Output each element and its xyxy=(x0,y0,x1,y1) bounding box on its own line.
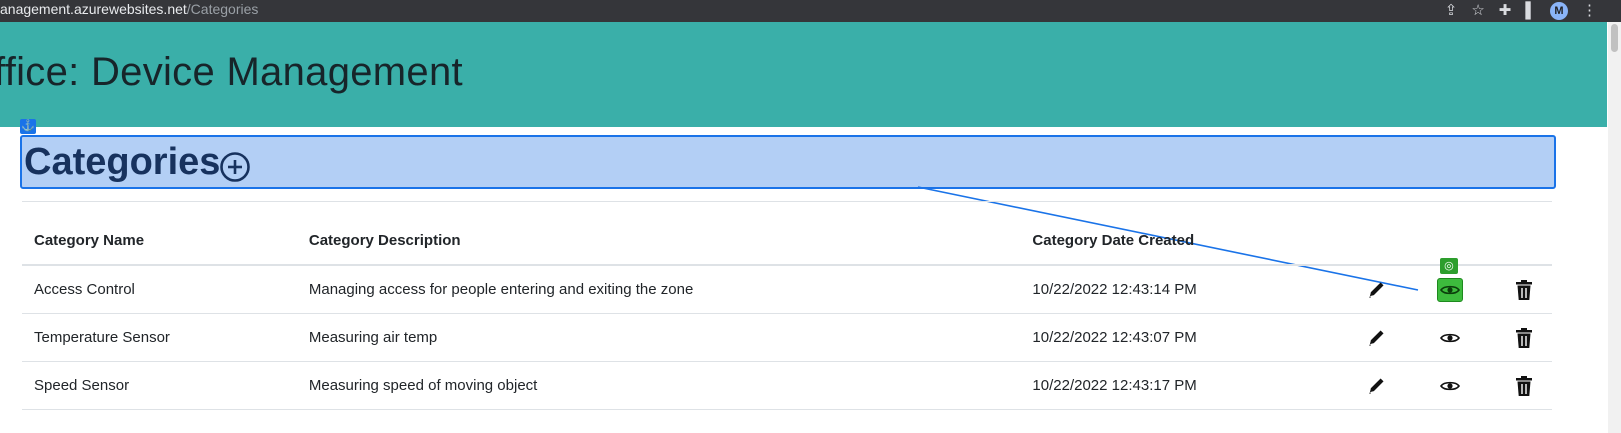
plus-circle-icon[interactable] xyxy=(219,151,251,183)
view-highlight: ◎ xyxy=(1436,257,1463,302)
scrollbar-thumb[interactable] xyxy=(1611,24,1618,52)
table-header-row: Category Name Category Description Categ… xyxy=(22,217,1552,266)
anchor-icon: ⚓ xyxy=(20,119,36,134)
column-header-date: Category Date Created xyxy=(1020,217,1348,266)
table-row: Temperature Sensor Measuring air temp 10… xyxy=(22,313,1552,362)
view-cell: ◎ xyxy=(1404,257,1496,314)
category-name: Access Control xyxy=(22,265,297,314)
edit-cell xyxy=(1347,265,1405,314)
view-cell xyxy=(1404,361,1496,410)
delete-cell xyxy=(1495,265,1552,314)
categories-title: Categories xyxy=(24,141,221,183)
target-icon: ◎ xyxy=(1439,257,1458,274)
view-cell xyxy=(1404,313,1496,362)
category-description: Managing access for people entering and … xyxy=(296,265,1021,314)
divider xyxy=(22,201,1552,202)
category-name: Temperature Sensor xyxy=(22,313,297,362)
star-icon[interactable]: ☆ xyxy=(1471,0,1484,22)
trash-icon[interactable] xyxy=(1514,327,1534,349)
edit-cell xyxy=(1347,313,1405,362)
column-header-actions xyxy=(1347,217,1405,266)
page-scrollbar[interactable] xyxy=(1608,22,1621,433)
browser-actions: ⇪ ☆ ✚ ▌ M ⋮ xyxy=(1445,0,1597,22)
browser-toolbar: anagement.azurewebsites.net/Categories ⇪… xyxy=(0,0,1621,22)
app-header: ffice: Device Management xyxy=(0,22,1607,127)
column-header-actions xyxy=(1495,217,1552,266)
avatar[interactable]: M xyxy=(1550,2,1568,20)
trash-icon[interactable] xyxy=(1514,279,1534,301)
category-date: 10/22/2022 12:43:07 PM xyxy=(1020,313,1348,362)
share-icon[interactable]: ⇪ xyxy=(1445,0,1458,22)
category-description: Measuring speed of moving object xyxy=(296,361,1021,410)
table-row: Access Control Managing access for peopl… xyxy=(22,257,1552,314)
pencil-icon[interactable] xyxy=(1367,377,1385,395)
trash-icon[interactable] xyxy=(1514,375,1534,397)
category-description: Measuring air temp xyxy=(296,313,1021,362)
address-bar[interactable]: anagement.azurewebsites.net/Categories xyxy=(0,1,258,17)
more-icon[interactable]: ⋮ xyxy=(1582,0,1597,22)
pencil-icon[interactable] xyxy=(1367,281,1385,299)
category-date: 10/22/2022 12:43:14 PM xyxy=(1020,265,1348,314)
column-header-name: Category Name xyxy=(22,217,297,266)
category-date: 10/22/2022 12:43:17 PM xyxy=(1020,361,1348,410)
eye-icon[interactable] xyxy=(1439,332,1460,344)
page-title: ffice: Device Management xyxy=(0,50,463,94)
delete-cell xyxy=(1495,313,1552,362)
edit-cell xyxy=(1347,361,1405,410)
category-name: Speed Sensor xyxy=(22,361,297,410)
categories-heading-highlight: Categories xyxy=(20,135,1556,189)
url-path: /Categories xyxy=(186,1,259,17)
url-host: anagement.azurewebsites.net xyxy=(0,1,187,17)
pencil-icon[interactable] xyxy=(1367,329,1385,347)
eye-icon[interactable] xyxy=(1439,380,1460,392)
table-row: Speed Sensor Measuring speed of moving o… xyxy=(22,361,1552,410)
categories-table: Category Name Category Description Categ… xyxy=(22,217,1552,410)
extensions-icon[interactable]: ✚ xyxy=(1499,0,1512,22)
column-header-description: Category Description xyxy=(296,217,1021,266)
eye-icon[interactable] xyxy=(1439,284,1460,296)
sidebar-icon[interactable]: ▌ xyxy=(1525,0,1536,22)
delete-cell xyxy=(1495,361,1552,410)
